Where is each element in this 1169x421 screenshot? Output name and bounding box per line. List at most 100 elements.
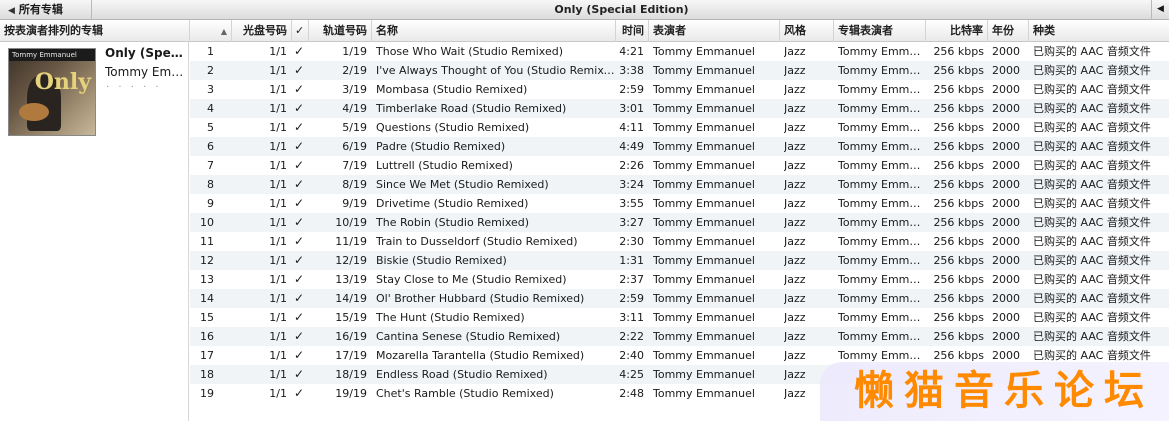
track-row[interactable]: 1 1/1 ✓ 1/19 Those Who Wait (Studio Remixed)…	[190, 42, 1169, 61]
track-row[interactable]: 11 1/1 ✓ 11/19 Train to Dusseldorf (Studio R…	[190, 232, 1169, 251]
track-bitrate: 256 kbps	[933, 140, 984, 153]
track-number: 12/19	[335, 254, 367, 267]
forum-watermark: 懒猫音乐论坛	[820, 362, 1169, 421]
track-checkbox[interactable]: ✓	[294, 346, 306, 365]
track-checkbox[interactable]: ✓	[294, 61, 306, 80]
track-kind: 已购买的 AAC 音频文件	[1033, 121, 1151, 134]
track-row[interactable]: 15 1/1 ✓ 15/19 The Hunt (Studio Remixed) 3:11…	[190, 308, 1169, 327]
track-name: Chet's Ramble (Studio Remixed)	[376, 387, 554, 400]
all-albums-back-button[interactable]: ◀ 所有专辑	[0, 0, 92, 19]
collapse-arrow-icon[interactable]: ◀	[1151, 0, 1169, 19]
track-name: Drivetime (Studio Remixed)	[376, 197, 529, 210]
header-sort-number[interactable]: ▲	[190, 20, 232, 42]
track-checkbox[interactable]: ✓	[294, 232, 306, 251]
track-artist: Tommy Emmanuel	[653, 178, 755, 191]
row-number: 4	[207, 102, 214, 115]
track-time: 2:59	[619, 83, 644, 96]
disc-number: 1/1	[269, 178, 287, 191]
track-genre: Jazz	[784, 83, 806, 96]
track-number: 7/19	[342, 159, 367, 172]
track-album-artist: Tommy Emmanuel	[838, 45, 924, 58]
row-number: 12	[200, 254, 214, 267]
track-kind: 已购买的 AAC 音频文件	[1033, 254, 1151, 267]
track-genre: Jazz	[784, 102, 806, 115]
track-row[interactable]: 16 1/1 ✓ 16/19 Cantina Senese (Studio Remixe…	[190, 327, 1169, 346]
track-row[interactable]: 13 1/1 ✓ 13/19 Stay Close to Me (Studio Remi…	[190, 270, 1169, 289]
track-row[interactable]: 12 1/1 ✓ 12/19 Biskie (Studio Remixed) 1:31 To…	[190, 251, 1169, 270]
header-genre[interactable]: 风格	[780, 20, 834, 42]
track-bitrate: 256 kbps	[933, 83, 984, 96]
track-kind: 已购买的 AAC 音频文件	[1033, 45, 1151, 58]
track-artist: Tommy Emmanuel	[653, 64, 755, 77]
row-number: 19	[200, 387, 214, 400]
track-checkbox[interactable]: ✓	[294, 42, 306, 61]
track-checkbox[interactable]: ✓	[294, 118, 306, 137]
track-checkbox[interactable]: ✓	[294, 213, 306, 232]
header-track-number[interactable]: 轨道号码	[309, 20, 372, 42]
track-bitrate: 256 kbps	[933, 102, 984, 115]
header-artist[interactable]: 表演者	[649, 20, 780, 42]
track-artist: Tommy Emmanuel	[653, 235, 755, 248]
header-time[interactable]: 时间	[616, 20, 649, 42]
disc-number: 1/1	[269, 216, 287, 229]
track-checkbox[interactable]: ✓	[294, 327, 306, 346]
row-number: 8	[207, 178, 214, 191]
header-year[interactable]: 年份	[988, 20, 1029, 42]
track-checkbox[interactable]: ✓	[294, 194, 306, 213]
track-row[interactable]: 4 1/1 ✓ 4/19 Timberlake Road (Studio Remixed…	[190, 99, 1169, 118]
track-row[interactable]: 6 1/1 ✓ 6/19 Padre (Studio Remixed) 4:49 Tommy…	[190, 137, 1169, 156]
album-title: Only (Special Edition)	[554, 3, 689, 16]
track-album-artist: Tommy Emmanuel	[838, 330, 924, 343]
track-row[interactable]: 10 1/1 ✓ 10/19 The Robin (Studio Remixed) 3:2…	[190, 213, 1169, 232]
album-cover-art[interactable]: Tommy Emmanuel Only	[8, 48, 96, 136]
track-number: 1/19	[342, 45, 367, 58]
track-kind: 已购买的 AAC 音频文件	[1033, 235, 1151, 248]
track-checkbox[interactable]: ✓	[294, 289, 306, 308]
track-checkbox[interactable]: ✓	[294, 251, 306, 270]
track-year: 2000	[992, 254, 1020, 267]
track-number: 19/19	[335, 387, 367, 400]
track-genre: Jazz	[784, 216, 806, 229]
track-checkbox[interactable]: ✓	[294, 384, 306, 403]
track-row[interactable]: 14 1/1 ✓ 14/19 Ol' Brother Hubbard (Studio R…	[190, 289, 1169, 308]
disc-number: 1/1	[269, 83, 287, 96]
track-year: 2000	[992, 197, 1020, 210]
track-name: Questions (Studio Remixed)	[376, 121, 530, 134]
track-bitrate: 256 kbps	[933, 273, 984, 286]
header-disc[interactable]: 光盘号码	[232, 20, 292, 42]
track-checkbox[interactable]: ✓	[294, 175, 306, 194]
header-album-artist[interactable]: 专辑表演者	[834, 20, 926, 42]
header-album-by-artist[interactable]: 按表演者排列的专辑	[0, 20, 190, 42]
track-row[interactable]: 7 1/1 ✓ 7/19 Luttrell (Studio Remixed) 2:26 To…	[190, 156, 1169, 175]
header-bitrate[interactable]: 比特率	[926, 20, 988, 42]
track-row[interactable]: 5 1/1 ✓ 5/19 Questions (Studio Remixed) 4:11 T…	[190, 118, 1169, 137]
track-year: 2000	[992, 330, 1020, 343]
album-rating-dots[interactable]: · · · · ·	[106, 82, 162, 93]
track-row[interactable]: 3 1/1 ✓ 3/19 Mombasa (Studio Remixed) 2:59 Tom…	[190, 80, 1169, 99]
track-time: 2:37	[619, 273, 644, 286]
track-row[interactable]: 2 1/1 ✓ 2/19 I've Always Thought of You (Stu…	[190, 61, 1169, 80]
track-row[interactable]: 8 1/1 ✓ 8/19 Since We Met (Studio Remixed) 3:…	[190, 175, 1169, 194]
header-kind[interactable]: 种类	[1029, 20, 1169, 42]
header-name[interactable]: 名称	[372, 20, 616, 42]
track-checkbox[interactable]: ✓	[294, 365, 306, 384]
track-bitrate: 256 kbps	[933, 45, 984, 58]
track-kind: 已购买的 AAC 音频文件	[1033, 273, 1151, 286]
track-row[interactable]: 9 1/1 ✓ 9/19 Drivetime (Studio Remixed) 3:55 T…	[190, 194, 1169, 213]
track-artist: Tommy Emmanuel	[653, 292, 755, 305]
track-checkbox[interactable]: ✓	[294, 99, 306, 118]
header-check[interactable]: ✓	[292, 20, 309, 42]
track-bitrate: 256 kbps	[933, 197, 984, 210]
track-time: 2:48	[619, 387, 644, 400]
disc-number: 1/1	[269, 121, 287, 134]
track-checkbox[interactable]: ✓	[294, 308, 306, 327]
track-checkbox[interactable]: ✓	[294, 270, 306, 289]
track-artist: Tommy Emmanuel	[653, 349, 755, 362]
track-number: 9/19	[342, 197, 367, 210]
track-checkbox[interactable]: ✓	[294, 156, 306, 175]
row-number: 11	[200, 235, 214, 248]
disc-number: 1/1	[269, 197, 287, 210]
track-checkbox[interactable]: ✓	[294, 137, 306, 156]
track-name: Endless Road (Studio Remixed)	[376, 368, 548, 381]
track-checkbox[interactable]: ✓	[294, 80, 306, 99]
